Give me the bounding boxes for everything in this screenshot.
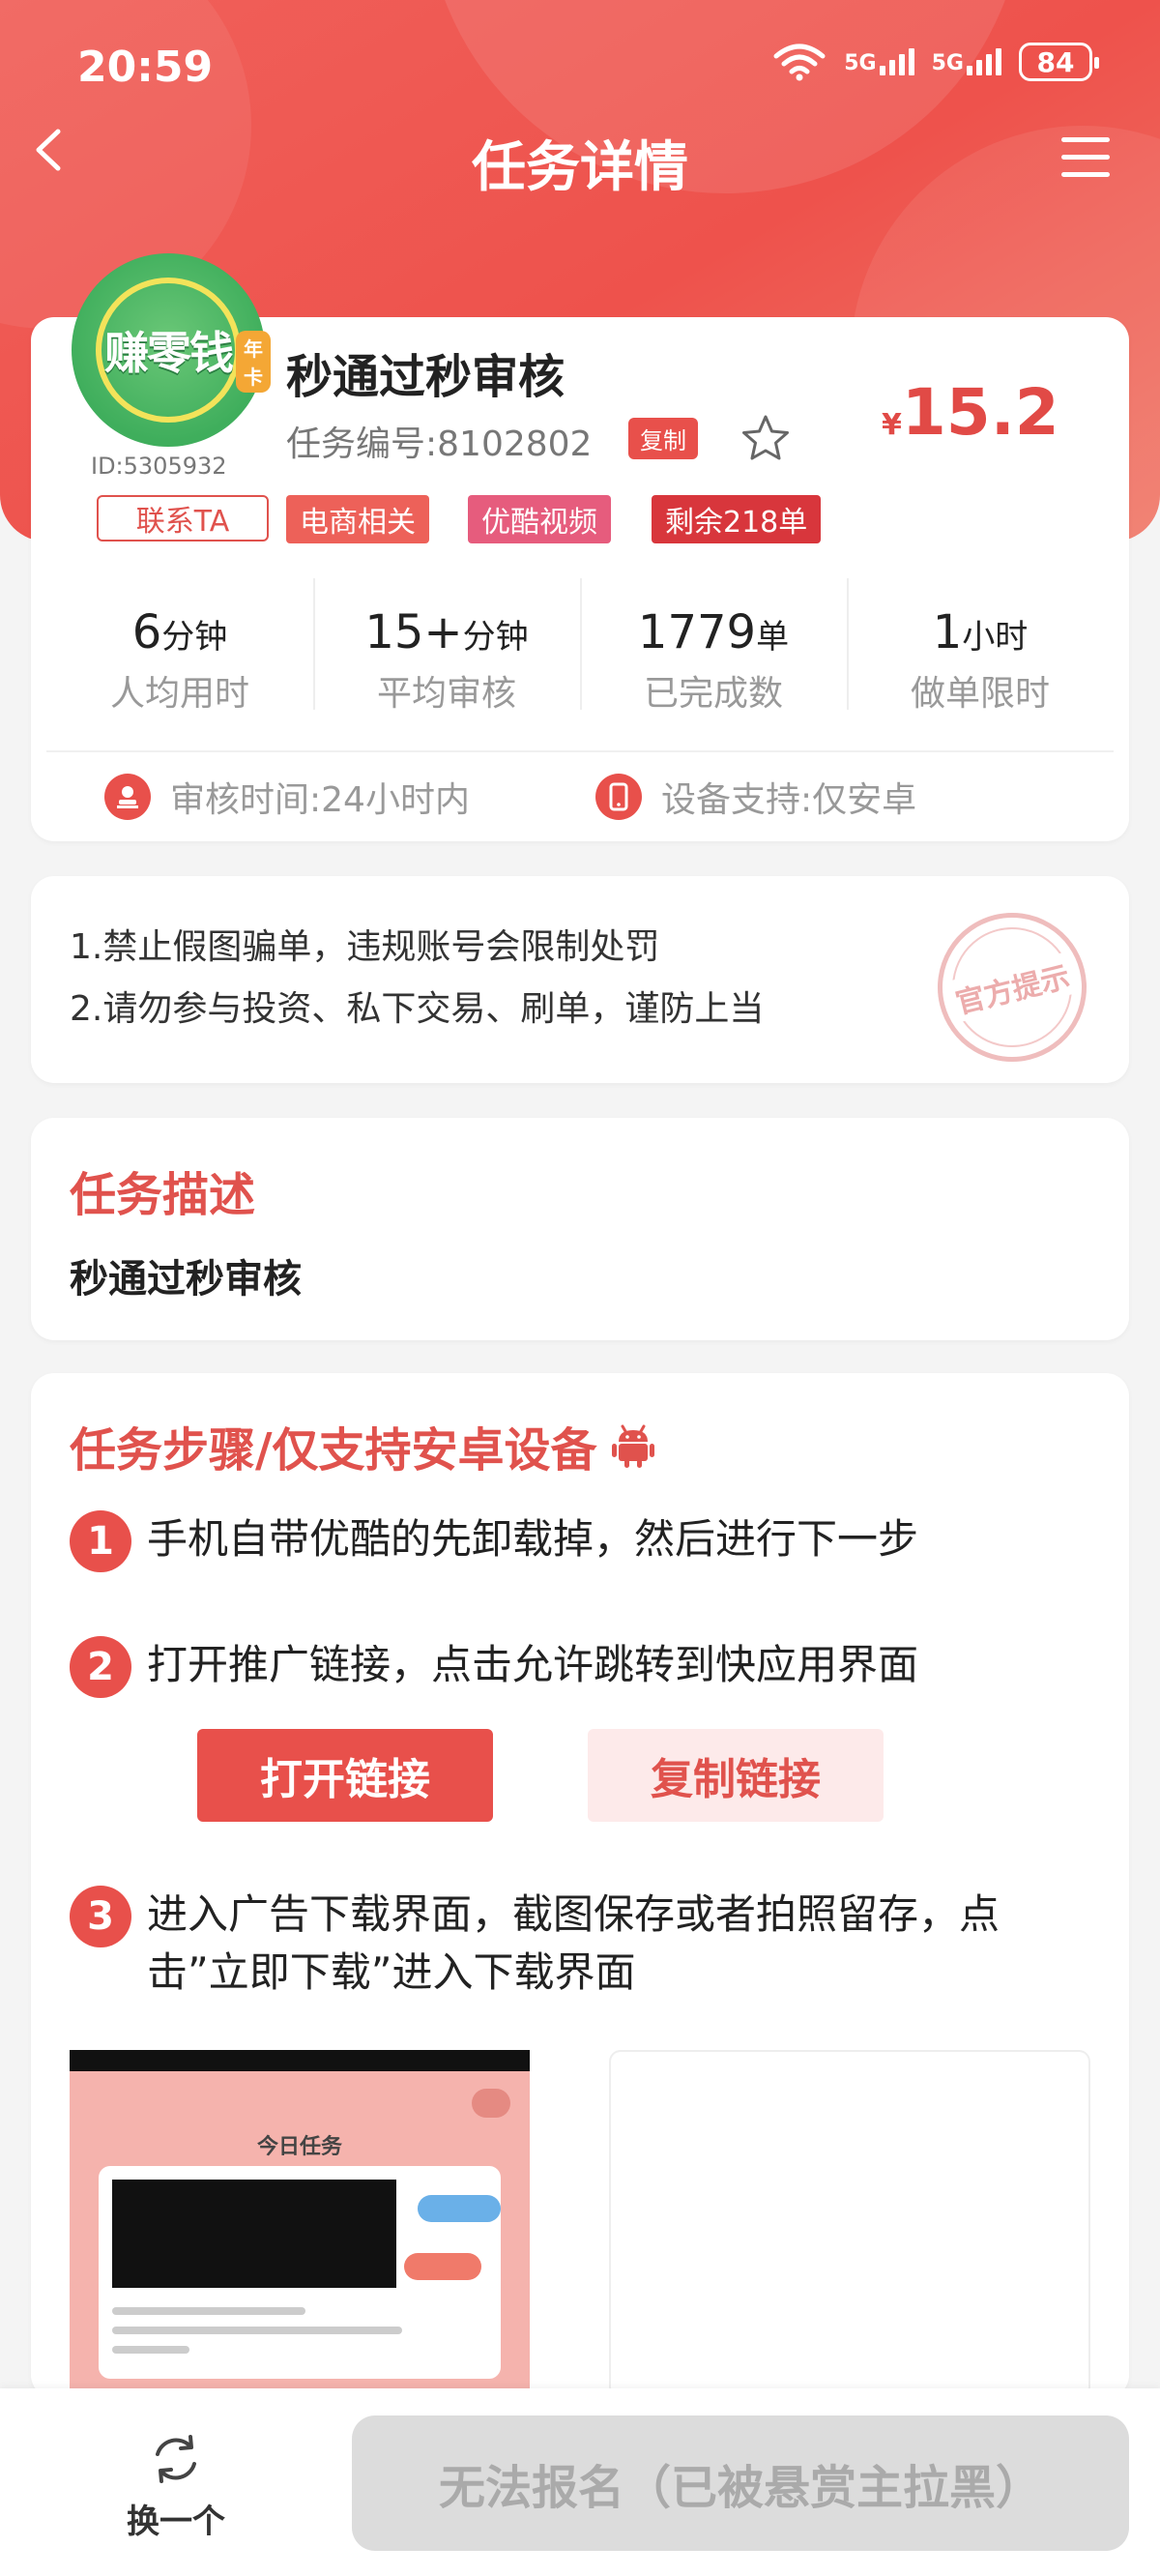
example-screenshot-title: 今日任务 — [256, 2135, 342, 2159]
refresh-icon — [156, 2435, 196, 2483]
description-text: 秒通过秒审核 — [70, 1257, 302, 1302]
description-card: 任务描述 秒通过秒审核 — [31, 1118, 1129, 1340]
user-id: ID:5305932 — [91, 453, 227, 480]
steps-card: 任务步骤/仅支持安卓设备 1 手机自带优酷的先卸载掉，然后进行下一步 2 打开推… — [31, 1373, 1129, 2398]
tag-category: 电商相关 — [286, 495, 429, 543]
stat-value: 1779 — [637, 605, 757, 659]
task-number: 任务编号:8102802 — [286, 424, 593, 464]
stat-label: 做单限时 — [910, 674, 1050, 714]
avatar[interactable]: 赚零钱 年卡 — [72, 253, 271, 447]
task-name: 秒通过秒审核 — [286, 350, 566, 404]
step-1: 1 手机自带优酷的先卸载掉，然后进行下一步 — [70, 1510, 918, 1572]
switch-task-button[interactable]: 换一个 — [108, 2431, 244, 2542]
copy-link-button[interactable]: 复制链接 — [588, 1729, 884, 1822]
stat-label: 人均用时 — [109, 674, 249, 714]
copy-number-button[interactable]: 复制 — [628, 418, 698, 459]
signup-button-disabled[interactable]: 无法报名（已被悬赏主拉黑） — [352, 2415, 1129, 2551]
star-icon[interactable] — [739, 412, 793, 466]
signal-icon: 5G — [932, 48, 1001, 75]
network-label: 5G — [931, 51, 964, 75]
official-stamp: 官方提示 — [921, 896, 1103, 1078]
step-text: 手机自带优酷的先卸载掉，然后进行下一步 — [147, 1515, 919, 1563]
step-number: 3 — [70, 1886, 131, 1947]
status-time: 20:59 — [77, 43, 214, 92]
step-2: 2 打开推广链接，点击允许跳转到快应用界面 — [70, 1636, 918, 1698]
stat-unit: 单 — [756, 618, 790, 657]
task-price: ¥15.2 — [882, 375, 1059, 450]
page-title: 任务详情 — [472, 136, 688, 199]
stat-completed: 1779单 已完成数 — [580, 578, 847, 723]
notice-card: 1.禁止假图骗单，违规账号会限制处罚 2.请勿参与投资、私下交易、刷单，谨防上当… — [31, 876, 1129, 1083]
battery-icon: 84 — [1019, 43, 1099, 81]
review-time-info: 审核时间:24小时内 — [104, 772, 470, 822]
stat-unit: 小时 — [962, 618, 1029, 657]
notice-line: 1.禁止假图骗单，违规账号会限制处罚 — [70, 927, 660, 967]
battery-level: 84 — [1036, 45, 1075, 78]
signal-icon: 5G — [844, 48, 914, 75]
tag-remaining: 剩余218单 — [652, 495, 822, 543]
steps-title: 任务步骤/仅支持安卓设备 — [70, 1412, 655, 1479]
android-icon — [611, 1424, 654, 1468]
review-time-text: 审核时间:24小时内 — [170, 780, 470, 820]
stat-label: 平均审核 — [376, 674, 516, 714]
stamp-text: 官方提示 — [946, 951, 1078, 1023]
menu-icon[interactable] — [1061, 137, 1110, 178]
step-number: 1 — [70, 1510, 131, 1572]
stat-value: 6 — [131, 605, 162, 659]
upload-image-box[interactable] — [609, 2050, 1090, 2398]
stat-avg-review: 15+分钟 平均审核 — [313, 578, 580, 723]
step-3: 3 进入广告下载界面，截图保存或者拍照留存，点击”立即下载”进入下载界面 — [70, 1886, 1090, 2002]
wifi-icon — [773, 44, 826, 81]
device-support-info: 设备支持:仅安卓 — [595, 772, 916, 822]
notice-line: 2.请勿参与投资、私下交易、刷单，谨防上当 — [70, 989, 765, 1029]
divider — [46, 750, 1114, 752]
tag-platform: 优酷视频 — [468, 495, 611, 543]
bottom-bar: 换一个 无法报名（已被悬赏主拉黑） — [0, 2388, 1160, 2576]
contact-button[interactable]: 联系TA — [97, 495, 269, 542]
network-label: 5G — [844, 51, 877, 75]
stamp-icon — [104, 774, 151, 820]
stat-label: 已完成数 — [643, 674, 783, 714]
switch-label: 换一个 — [127, 2503, 225, 2541]
description-title: 任务描述 — [70, 1168, 256, 1222]
stat-value: 1 — [932, 605, 963, 659]
step-text: 打开推广链接，点击允许跳转到快应用界面 — [147, 1641, 919, 1688]
stat-value: 15+ — [364, 605, 463, 659]
steps-title-text: 任务步骤/仅支持安卓设备 — [70, 1423, 597, 1478]
step-number: 2 — [70, 1636, 131, 1698]
vip-badge: 年卡 — [236, 331, 271, 393]
stat-avg-time: 6分钟 人均用时 — [46, 578, 313, 723]
task-card: 赚零钱 年卡 ID:5305932 联系TA 秒通过秒审核 任务编号:81028… — [31, 253, 1129, 841]
avatar-logo-text: 赚零钱 — [104, 327, 234, 379]
step-text: 进入广告下载界面，截图保存或者拍照留存，点击”立即下载”进入下载界面 — [147, 1890, 1000, 1996]
price-currency: ¥ — [882, 408, 902, 442]
stat-unit: 分钟 — [161, 618, 228, 657]
price-value: 15.2 — [901, 375, 1059, 450]
example-screenshot[interactable]: 今日任务 — [70, 2050, 530, 2398]
stat-unit: 分钟 — [462, 618, 529, 657]
stat-time-limit: 1小时 做单限时 — [847, 578, 1114, 723]
phone-icon — [595, 774, 642, 820]
device-support-text: 设备支持:仅安卓 — [661, 780, 917, 820]
open-link-button[interactable]: 打开链接 — [197, 1729, 493, 1822]
task-stats: 6分钟 人均用时 15+分钟 平均审核 1779单 已完成数 1小时 做单限时 — [46, 578, 1114, 723]
